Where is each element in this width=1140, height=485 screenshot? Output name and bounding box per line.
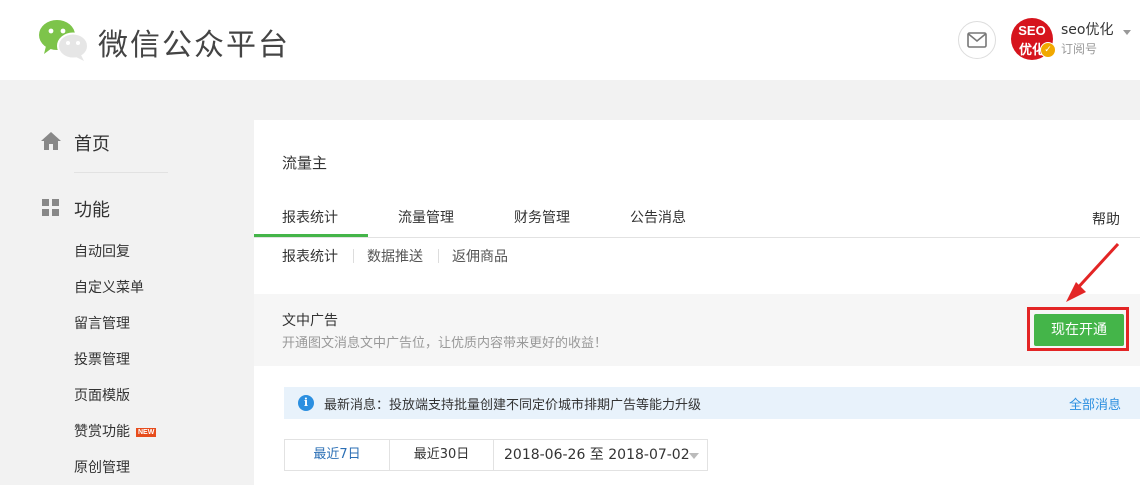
chevron-down-icon[interactable] xyxy=(1123,30,1131,35)
account-name[interactable]: seo优化 xyxy=(1061,19,1113,39)
sidebar-section-label: 功能 xyxy=(74,200,110,221)
sidebar-item-label: 首页 xyxy=(74,134,110,155)
open-now-button[interactable]: 现在开通 xyxy=(1034,314,1124,346)
tab-finance[interactable]: 财务管理 xyxy=(514,207,570,227)
subtab-rebate-goods[interactable]: 返佣商品 xyxy=(452,246,508,266)
active-tab-indicator xyxy=(254,234,368,237)
date-range-picker[interactable]: 2018-06-26 至 2018-07-02 xyxy=(493,439,708,471)
tab-bar: 报表统计 流量管理 财务管理 公告消息 xyxy=(254,195,1140,238)
subtab-reports[interactable]: 报表统计 xyxy=(282,246,338,266)
notice-bar: i 最新消息：投放端支持批量创建不同定价城市排期广告等能力升级 全部消息 xyxy=(284,387,1140,419)
platform-title[interactable]: 微信公众平台 xyxy=(98,20,290,64)
sidebar-item-comments[interactable]: 留言管理 xyxy=(74,313,130,333)
last-30-days-button[interactable]: 最近30日 xyxy=(389,439,494,471)
tab-traffic[interactable]: 流量管理 xyxy=(398,207,454,227)
promo-title: 文中广告 xyxy=(282,313,338,329)
promo-card: 文中广告 开通图文消息文中广告位，让优质内容带来更好的收益！ 现在开通 xyxy=(254,294,1140,366)
subtab-data-push[interactable]: 数据推送 xyxy=(367,246,423,266)
sidebar-item-auto-reply[interactable]: 自动回复 xyxy=(74,241,130,261)
tab-announcements[interactable]: 公告消息 xyxy=(630,207,686,227)
sidebar-item-reward[interactable]: 赞赏功能 NEW xyxy=(74,421,157,441)
help-link[interactable]: 帮助 xyxy=(1092,209,1120,229)
sidebar-item-label: 赞赏功能 xyxy=(74,424,130,440)
divider xyxy=(74,172,168,173)
message-button[interactable] xyxy=(958,21,996,59)
last-7-days-button[interactable]: 最近7日 xyxy=(284,439,390,471)
sidebar-item-page-templates[interactable]: 页面模版 xyxy=(74,385,130,405)
account-type: 订阅号 xyxy=(1061,42,1098,56)
chevron-down-icon xyxy=(689,453,699,459)
notice-text[interactable]: 最新消息：投放端支持批量创建不同定价城市排期广告等能力升级 xyxy=(324,394,701,413)
divider xyxy=(438,249,439,263)
sidebar-item-custom-menu[interactable]: 自定义菜单 xyxy=(74,277,144,297)
wechat-logo-icon[interactable] xyxy=(38,18,90,62)
info-icon: i xyxy=(298,395,314,411)
sidebar: 首页 功能 自动回复 自定义菜单 留言管理 投票管理 页面模版 赞赏功能 NEW … xyxy=(0,80,240,485)
verified-check-icon: ✓ xyxy=(1040,42,1056,58)
sidebar-item-voting[interactable]: 投票管理 xyxy=(74,349,130,369)
grid-icon xyxy=(42,199,59,216)
new-badge: NEW xyxy=(136,427,157,437)
home-icon xyxy=(41,132,61,150)
main-panel: 流量主 报表统计 流量管理 财务管理 公告消息 帮助 报表统计 数据推送 返佣商… xyxy=(254,120,1140,485)
avatar-text-top: SEO xyxy=(1018,23,1046,38)
mail-icon xyxy=(967,32,987,48)
date-range-value: 2018-06-26 至 2018-07-02 xyxy=(504,447,690,463)
all-messages-link[interactable]: 全部消息 xyxy=(1069,394,1121,413)
promo-description: 开通图文消息文中广告位，让优质内容带来更好的收益！ xyxy=(282,336,608,351)
page-title: 流量主 xyxy=(282,154,328,172)
top-header: 微信公众平台 SEO 优化 ✓ seo优化 订阅号 xyxy=(0,0,1140,80)
divider xyxy=(353,249,354,263)
sidebar-item-original[interactable]: 原创管理 xyxy=(74,457,130,477)
tab-reports[interactable]: 报表统计 xyxy=(282,207,338,227)
